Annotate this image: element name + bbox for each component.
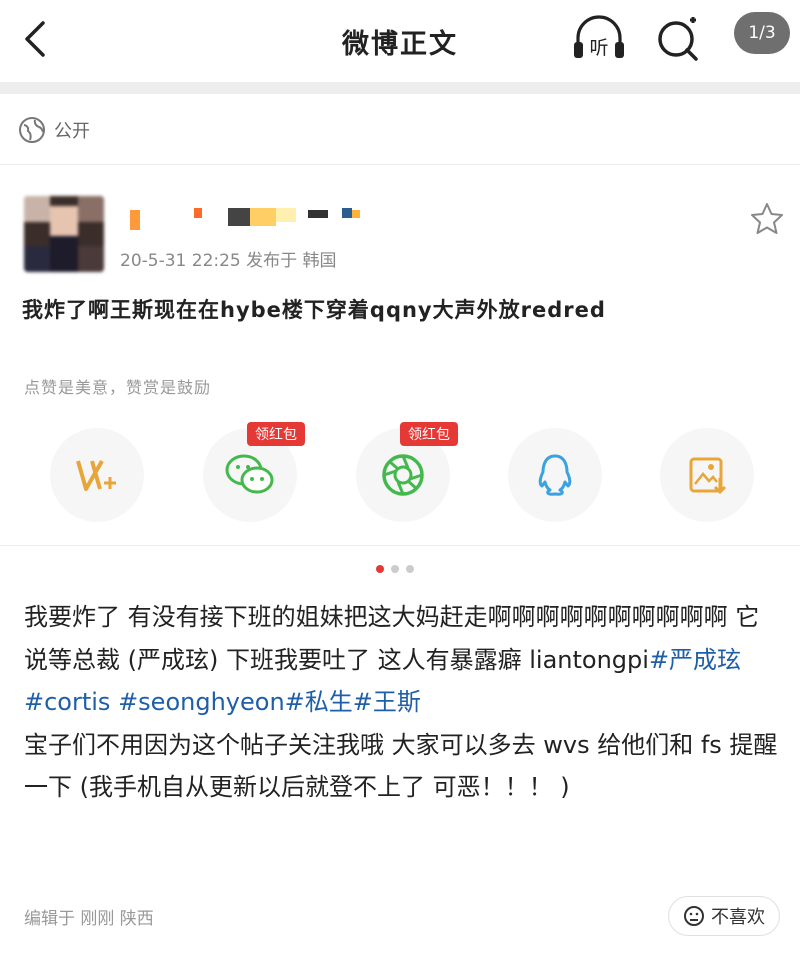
header-divider [0, 82, 800, 94]
headphones-icon: 听 [574, 15, 624, 59]
moments-aperture-icon [382, 454, 424, 496]
save-image-button[interactable] [660, 428, 754, 522]
save-image-icon [689, 457, 727, 495]
carousel-dot-active [376, 565, 384, 573]
red-packet-badge: 领红包 [400, 422, 458, 446]
globe-icon [19, 117, 45, 143]
share-wechat-button[interactable]: 领红包 [203, 422, 305, 522]
search-icon [658, 17, 698, 61]
share-moments-button[interactable]: 领红包 [356, 422, 458, 522]
hashtag-link[interactable]: #私生 [285, 688, 353, 716]
carousel-dots [376, 565, 414, 573]
post-body-text: 宝子们不用因为这个帖子关注我哦 大家可以多去 wvs 给他们和 fs 提醒一下 … [24, 730, 778, 802]
neutral-face-icon [684, 906, 704, 926]
hashtag-link[interactable]: #王斯 [353, 688, 421, 716]
carousel-dot [391, 565, 399, 573]
post-body: 我要炸了 有没有接下班的姐妹把这大妈赶走啊啊啊啊啊啊啊啊啊啊 它说等总裁 (严成… [24, 596, 782, 809]
dislike-label: 不喜欢 [711, 907, 765, 928]
hashtag-link[interactable]: #cortis [24, 688, 110, 716]
avatar[interactable] [24, 196, 104, 272]
search-button[interactable] [652, 14, 704, 64]
listen-button[interactable]: 听 [570, 14, 628, 64]
visibility-label: 公开 [54, 121, 90, 142]
visibility-row: 公开 [18, 112, 90, 148]
wechat-icon [225, 454, 274, 494]
edit-info: 编辑于 刚刚 陕西 [24, 909, 154, 929]
qq-penguin-icon [538, 454, 572, 496]
share-qq-button[interactable] [508, 428, 602, 522]
hashtag-link[interactable]: #严成玹 [649, 646, 741, 674]
dislike-button[interactable]: 不喜欢 [668, 896, 780, 936]
top-bar: 微博正文 听 1/3 [0, 0, 800, 82]
username-redacted[interactable] [130, 204, 370, 230]
image-page-indicator: 1/3 [734, 12, 790, 54]
v-plus-icon [76, 460, 116, 491]
reward-hint: 点赞是美意，赞赏是鼓励 [24, 378, 212, 397]
post-headline: 我炸了啊王斯现在在hybe楼下穿着qqny大声外放redred [22, 298, 606, 322]
reward-button[interactable] [50, 428, 144, 522]
divider [0, 164, 800, 165]
post-meta: 20-5-31 22:25 发布于 韩国 [120, 251, 337, 271]
favorite-star-icon[interactable] [748, 200, 786, 238]
divider [0, 545, 800, 546]
listen-label: 听 [589, 37, 608, 59]
hashtag-link[interactable]: #seonghyeon [110, 688, 285, 716]
red-packet-badge: 领红包 [247, 422, 305, 446]
carousel-dot [406, 565, 414, 573]
